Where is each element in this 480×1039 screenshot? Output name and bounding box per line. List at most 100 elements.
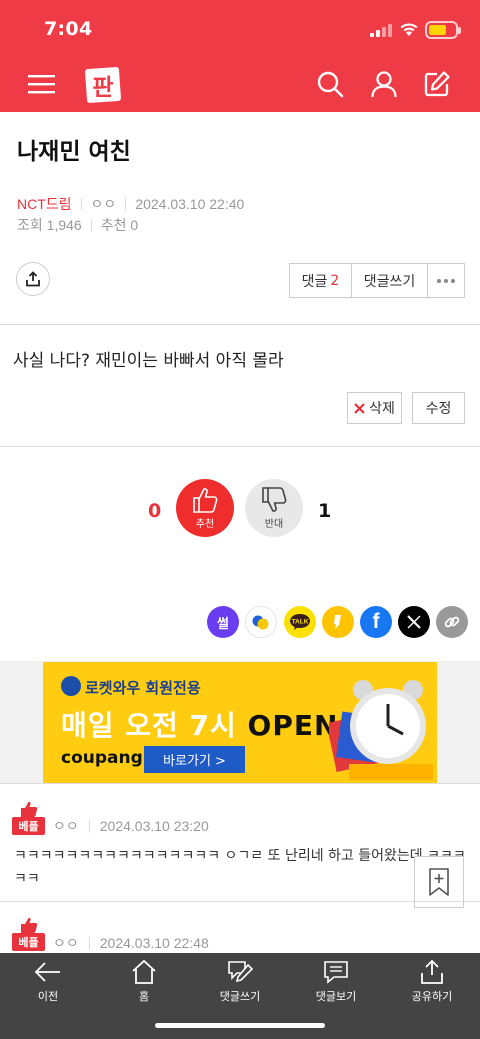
best-reply-badge: 베플 (12, 801, 45, 837)
logo-icon: 판 (85, 67, 121, 103)
svg-text:TALK: TALK (292, 619, 309, 626)
best-reply-tag: 베플 (12, 933, 45, 951)
write-post-button[interactable] (419, 66, 455, 102)
more-icon (437, 278, 455, 283)
write-comment-icon (228, 961, 254, 983)
comment-datetime: 2024.03.10 23:20 (99, 818, 209, 834)
close-icon (354, 402, 365, 414)
pann-logo[interactable]: 판 (84, 64, 122, 106)
facebook-icon: f (372, 610, 380, 633)
ad-brand: coupang (61, 748, 143, 768)
views-count: 1,946 (46, 217, 82, 233)
search-button[interactable] (312, 66, 348, 102)
write-icon (424, 71, 450, 97)
home-label: 홈 (138, 990, 150, 1003)
ad-line2: 매일 오전 7시 (61, 709, 237, 742)
back-arrow-icon (34, 962, 60, 982)
search-icon (317, 71, 344, 98)
write-comment-tab-label: 댓글쓰기 (219, 990, 261, 1003)
delete-label: 삭제 (369, 401, 395, 417)
post-stats: 조회 1,946 추천 0 (17, 215, 138, 235)
comments-label: 댓글 (301, 273, 328, 290)
logo-text: 판 (92, 75, 113, 101)
post-datetime: 2024.03.10 22:40 (135, 196, 245, 212)
thumbs-up-icon (21, 801, 38, 817)
views-label: 조회 (17, 217, 43, 233)
write-comment-tab[interactable]: 댓글쓰기 (195, 959, 285, 1009)
link-icon (444, 616, 460, 628)
back-tab[interactable]: 이전 (3, 959, 93, 1009)
battery-icon (425, 21, 461, 39)
divider (0, 324, 480, 325)
x-share-button[interactable] (398, 606, 430, 638)
coupang-ad-banner[interactable]: 로켓와우 회원전용 매일 오전 7시 OPEN coupang 바로가기 > (43, 662, 437, 783)
kakaostory-icon (334, 615, 341, 629)
share-tab-label: 공유하기 (411, 990, 453, 1003)
share-button[interactable] (16, 262, 50, 296)
divider (88, 819, 90, 833)
share-icon (421, 959, 443, 984)
comments-button[interactable]: 댓글 2 (290, 264, 352, 297)
post-author: ㅇㅇ (90, 196, 117, 212)
comment-author: ㅇㅇ (53, 935, 79, 951)
comment-datetime: 2024.03.10 22:48 (99, 935, 209, 951)
divider (125, 198, 127, 210)
header-nav: 판 (0, 60, 480, 112)
divider (80, 198, 82, 210)
top-bar: 7:04 판 (0, 0, 480, 112)
thumbs-up-icon (193, 488, 218, 513)
upvote-label: 추천 (195, 519, 215, 530)
kakaotalk-share-button[interactable]: TALK (284, 606, 316, 638)
facebook-share-button[interactable]: f (360, 606, 392, 638)
divider (0, 446, 480, 447)
post-meta: NCT드림 ㅇㅇ 2024.03.10 22:40 (17, 194, 244, 214)
copy-link-button[interactable] (436, 606, 468, 638)
comment-text: ㅋㅋㅋㅋㅋㅋㅋㅋㅋㅋㅋㅋㅋㅋㅋㅋ ㅇㄱㄹ 또 난리네 하고 들어왔는데 ㅋㅋㅋㅋ… (14, 848, 466, 887)
ssul-icon: 썰 (217, 615, 229, 631)
write-comment-button[interactable]: 댓글쓰기 (352, 264, 428, 297)
profile-button[interactable] (366, 66, 402, 102)
edit-button[interactable]: 수정 (412, 392, 465, 424)
comment-meta: ㅇㅇ 2024.03.10 23:20 (53, 816, 209, 836)
back-label: 이전 (37, 990, 59, 1003)
delete-button[interactable]: 삭제 (347, 392, 402, 424)
status-bar: 7:04 (0, 0, 480, 60)
share-tab[interactable]: 공유하기 (387, 959, 477, 1009)
x-icon (407, 615, 421, 629)
user-icon (371, 71, 397, 98)
divider (0, 783, 480, 784)
thumbs-down-icon (262, 487, 287, 512)
nate-share-button[interactable] (245, 606, 277, 638)
thumbs-up-icon (21, 917, 38, 933)
upvote-button[interactable]: 추천 (176, 479, 234, 537)
post-actions: 댓글 2 댓글쓰기 (289, 263, 465, 298)
kakaostory-share-button[interactable] (322, 606, 354, 638)
comments-count: 2 (330, 272, 340, 289)
home-tab[interactable]: 홈 (99, 959, 189, 1009)
downvote-button[interactable]: 반대 (245, 479, 303, 537)
view-comments-icon (324, 961, 348, 984)
write-comment-label: 댓글쓰기 (363, 273, 416, 290)
home-icon (132, 959, 156, 984)
ssul-share-button[interactable]: 썰 (207, 606, 239, 638)
more-button[interactable] (428, 264, 464, 297)
view-comments-tab[interactable]: 댓글보기 (291, 959, 381, 1009)
share-icon (26, 271, 40, 287)
divider (0, 901, 480, 902)
kakaotalk-icon: TALK (290, 614, 310, 630)
comment-author: ㅇㅇ (53, 818, 79, 834)
menu-button[interactable] (24, 66, 60, 102)
post-title: 나재민 여친 (17, 139, 131, 165)
recommend-count: 0 (130, 217, 139, 233)
post-category-link[interactable]: NCT드림 (17, 194, 72, 214)
post-body: 사실 나다? 재민이는 바빠서 아직 몰라 (13, 351, 284, 371)
ad-line1: 로켓와우 회원전용 (85, 679, 201, 697)
bookmark-add-icon (429, 868, 449, 896)
divider (90, 219, 92, 231)
menu-icon (28, 75, 55, 94)
status-time: 7:04 (44, 18, 93, 40)
downvote-count: 1 (318, 500, 332, 522)
upvote-count: 0 (148, 500, 162, 522)
rocket-icon (61, 676, 81, 696)
ad-cta-button[interactable]: 바로가기 > (144, 746, 245, 773)
